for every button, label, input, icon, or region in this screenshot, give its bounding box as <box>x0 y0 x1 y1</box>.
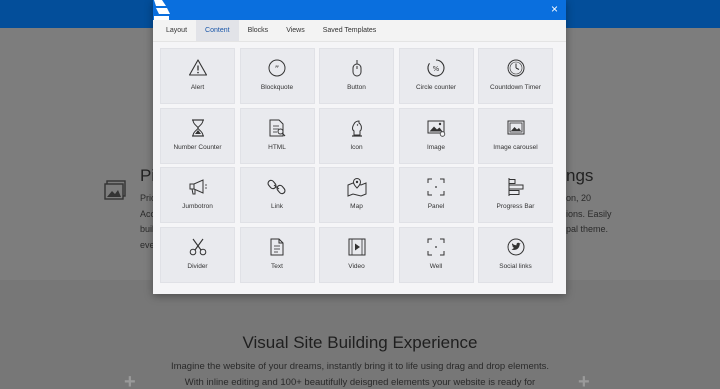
text-line: on, 20 <box>566 193 592 203</box>
plus-icon: + <box>578 371 590 389</box>
element-tile-divider[interactable]: Divider <box>160 226 235 283</box>
number-counter-icon <box>188 118 208 138</box>
element-label: Icon <box>350 143 363 151</box>
twitter-icon <box>506 237 526 257</box>
element-label: Countdown Timer <box>490 84 541 91</box>
element-tile-number-counter[interactable]: Number Counter <box>160 107 235 164</box>
modal-header: × <box>153 0 566 20</box>
element-tile-button[interactable]: Button <box>319 48 394 104</box>
progress-bar-icon <box>506 177 526 197</box>
text-line: Imagine the website of your dreams, inst… <box>170 361 550 372</box>
element-label: Button <box>347 84 366 91</box>
svg-text:%: % <box>433 65 440 73</box>
element-grid: Alert ” Blockquote Button % Circle count… <box>160 48 553 283</box>
element-tile-jumbotron[interactable]: Jumbotron <box>160 167 235 223</box>
element-label: Jumbotron <box>182 203 213 210</box>
section-text: Imagine the website of your dreams, inst… <box>0 359 720 389</box>
image-carousel-icon <box>506 118 526 138</box>
element-label: Video <box>348 262 365 270</box>
tab-layout[interactable]: Layout <box>157 20 196 41</box>
megaphone-icon <box>188 177 208 197</box>
element-tile-well[interactable]: Well <box>398 226 474 283</box>
element-tile-alert[interactable]: Alert <box>160 48 235 104</box>
element-label: Progress Bar <box>496 203 535 210</box>
blockquote-icon: ” <box>267 58 287 78</box>
element-label: Blockquote <box>260 84 294 91</box>
element-tile-link[interactable]: Link <box>239 167 315 223</box>
text-icon <box>267 237 287 257</box>
text-line: ions. Easily <box>566 208 612 219</box>
element-tile-text[interactable]: Text <box>239 226 315 283</box>
builder-logo-icon <box>154 0 170 20</box>
element-label: Map <box>350 203 363 210</box>
alert-icon <box>188 58 208 78</box>
element-tile-countdown-timer[interactable]: Countdown Timer <box>478 48 553 104</box>
tab-saved-templates[interactable]: Saved Templates <box>314 20 386 41</box>
element-label: HTML <box>268 143 286 151</box>
element-tabs: Layout Content Blocks Views Saved Templa… <box>153 20 566 42</box>
scissors-icon <box>188 237 208 257</box>
chess-knight-icon <box>347 118 367 138</box>
element-tile-video[interactable]: Video <box>319 226 394 283</box>
plus-icon: + <box>124 371 136 389</box>
well-icon <box>426 237 446 257</box>
text-line: With inline editing and 100+ beautifully… <box>184 376 536 388</box>
map-icon <box>347 177 367 197</box>
tab-content[interactable]: Content <box>196 20 239 41</box>
tab-blocks[interactable]: Blocks <box>239 20 278 41</box>
text-line: pal theme. <box>566 224 609 234</box>
element-tile-panel[interactable]: Panel <box>398 167 474 223</box>
close-button[interactable]: × <box>551 2 558 16</box>
element-tile-image[interactable]: Image <box>398 107 474 164</box>
element-label: Well <box>429 262 443 270</box>
element-label: Image <box>426 143 446 151</box>
button-icon <box>347 58 367 78</box>
element-label: Panel <box>427 203 445 210</box>
element-label: Social links <box>499 262 532 270</box>
element-tile-map[interactable]: Map <box>319 167 394 223</box>
element-tile-icon[interactable]: Icon <box>319 107 394 164</box>
element-label: Number Counter <box>173 143 222 151</box>
element-label: Divider <box>187 262 208 270</box>
element-tile-social-links[interactable]: Social links <box>478 226 553 283</box>
element-tile-blockquote[interactable]: ” Blockquote <box>239 48 315 104</box>
video-icon <box>347 237 367 257</box>
element-tile-circle-counter[interactable]: % Circle counter <box>398 48 474 104</box>
element-label: Link <box>271 203 283 210</box>
image-icon <box>426 118 446 138</box>
html-icon <box>267 118 287 138</box>
element-label: Image carousel <box>493 143 538 151</box>
picture-icon <box>104 180 126 200</box>
link-icon <box>267 177 287 197</box>
element-label: Alert <box>190 84 205 91</box>
element-tile-progress-bar[interactable]: Progress Bar <box>478 167 553 223</box>
countdown-timer-icon <box>506 58 526 78</box>
element-tile-image-carousel[interactable]: Image carousel <box>478 107 553 164</box>
add-element-modal: × Layout Content Blocks Views Saved Temp… <box>153 0 566 294</box>
background-text-right: on, 20 ions. Easily pal theme. <box>566 191 612 238</box>
panel-icon <box>426 177 446 197</box>
section-title: Visual Site Building Experience <box>242 333 478 352</box>
circle-counter-icon: % <box>426 58 446 78</box>
background-heading-right: ngs <box>566 166 594 185</box>
element-label: Circle counter <box>415 84 457 91</box>
element-label: Text <box>271 262 283 270</box>
tab-views[interactable]: Views <box>277 20 314 41</box>
element-tile-html[interactable]: HTML <box>239 107 315 164</box>
svg-text:”: ” <box>275 65 280 75</box>
